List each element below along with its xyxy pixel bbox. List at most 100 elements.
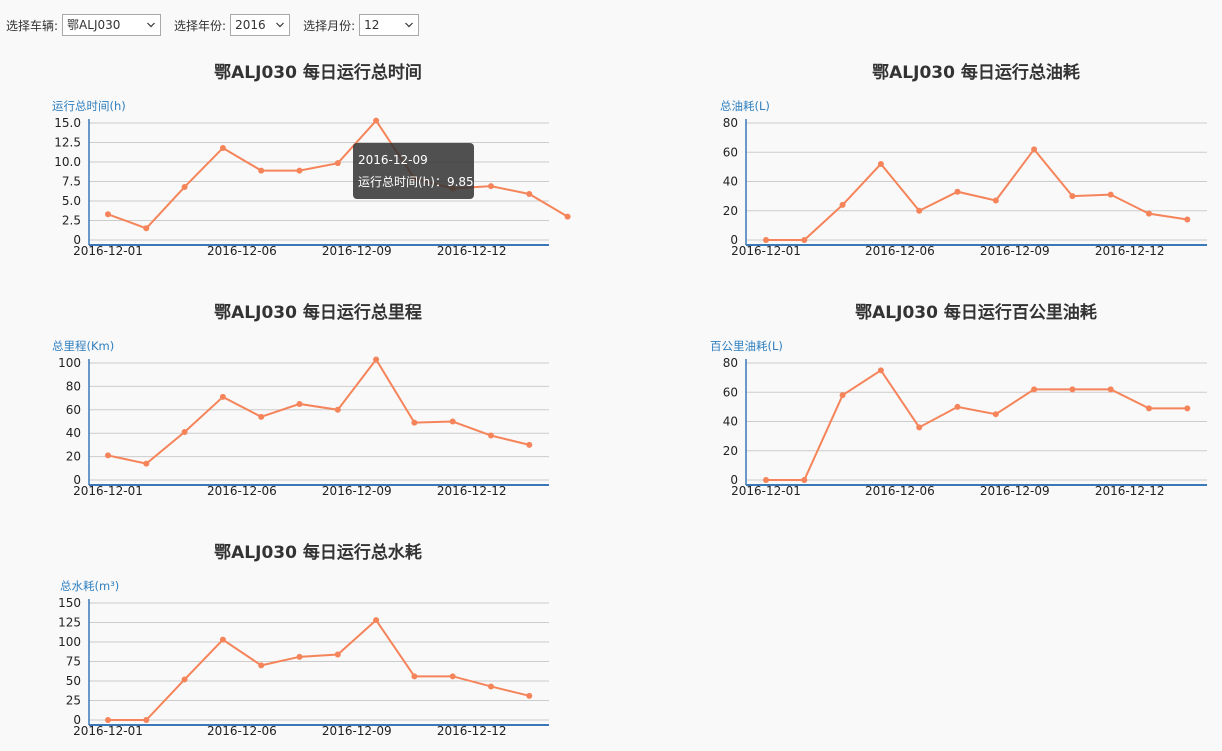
- data-point[interactable]: [1031, 146, 1038, 153]
- data-point[interactable]: [411, 673, 418, 680]
- data-point[interactable]: [1069, 193, 1076, 200]
- data-point[interactable]: [526, 190, 533, 197]
- x-tick-label: 2016-12-01: [731, 484, 801, 498]
- y-tick-label: 60: [66, 403, 81, 417]
- data-point[interactable]: [258, 413, 265, 420]
- data-point[interactable]: [296, 400, 303, 407]
- data-point[interactable]: [373, 117, 380, 124]
- x-tick-label: 2016-12-12: [1095, 484, 1165, 498]
- y-tick-label: 80: [723, 116, 738, 130]
- year-select-value: 2016: [235, 18, 266, 32]
- y-tick-label: 80: [66, 379, 81, 393]
- month-select[interactable]: 12: [359, 14, 420, 36]
- data-point[interactable]: [219, 636, 226, 643]
- y-tick-label: 20: [723, 444, 738, 458]
- data-point[interactable]: [258, 662, 265, 669]
- y-tick-label: 150: [58, 596, 81, 610]
- data-point[interactable]: [143, 717, 150, 723]
- data-point[interactable]: [1069, 386, 1076, 393]
- y-tick-label: 75: [66, 655, 81, 669]
- chart-fuel-per-100km: 鄂ALJ030 每日运行百公里油耗 百公里油耗(L) 80 60 40 20 0 2016-1…: [658, 295, 1218, 505]
- chevron-down-icon: [147, 22, 155, 28]
- year-select[interactable]: 2016: [230, 14, 291, 36]
- data-point[interactable]: [488, 432, 494, 439]
- data-point[interactable]: [181, 429, 188, 436]
- data-point[interactable]: [219, 144, 226, 151]
- data-point[interactable]: [954, 403, 961, 410]
- data-point[interactable]: [488, 183, 494, 190]
- chart-svg: 鄂ALJ030 每日运行总里程总里程(Km)1008060402002016-1…: [52, 302, 549, 498]
- data-point[interactable]: [1107, 386, 1114, 393]
- chart-total-fuel: 鄂ALJ030 每日运行总油耗 总油耗(L) 80 60 40 20 0 2016-12-01…: [658, 55, 1218, 265]
- data-point[interactable]: [105, 452, 111, 459]
- vehicle-select-label: 选择车辆:: [6, 18, 59, 33]
- data-point[interactable]: [763, 477, 769, 483]
- y-axis-name: 运行总时间(h): [52, 99, 126, 113]
- series-line: [766, 368, 1188, 481]
- data-point[interactable]: [877, 367, 884, 374]
- chart-svg: 鄂ALJ030 每日运行百公里油耗百公里油耗(L)8060402002016-1…: [710, 302, 1207, 498]
- chart-title: 鄂ALJ030 每日运行总里程: [214, 302, 422, 323]
- vehicle-select[interactable]: 鄂ALJ030: [62, 14, 162, 36]
- data-point[interactable]: [1184, 405, 1191, 412]
- data-point[interactable]: [334, 651, 341, 658]
- series-line: [766, 147, 1188, 241]
- data-point[interactable]: [181, 183, 188, 190]
- data-point[interactable]: [992, 197, 999, 204]
- data-point[interactable]: [334, 160, 341, 167]
- data-point[interactable]: [334, 406, 341, 413]
- y-axis-name: 总里程(Km): [52, 339, 114, 353]
- data-point[interactable]: [839, 201, 846, 208]
- y-tick-label: 25: [66, 694, 81, 708]
- data-point[interactable]: [143, 460, 150, 467]
- data-point[interactable]: [801, 237, 808, 243]
- x-tick-label: 2016-12-09: [322, 724, 392, 738]
- data-point[interactable]: [916, 424, 923, 431]
- data-point[interactable]: [219, 393, 226, 400]
- y-tick-label: 20: [723, 204, 738, 218]
- chart-title: 鄂ALJ030 每日运行总油耗: [872, 62, 1080, 83]
- data-point[interactable]: [449, 418, 456, 425]
- data-point[interactable]: [105, 211, 111, 218]
- data-point[interactable]: [526, 692, 533, 699]
- month-select-label: 选择月份:: [303, 18, 356, 33]
- data-point[interactable]: [1184, 216, 1191, 223]
- data-point[interactable]: [143, 225, 150, 232]
- chart-title: 鄂ALJ030 每日运行总水耗: [214, 542, 422, 563]
- data-point[interactable]: [373, 617, 380, 624]
- x-tick-label: 2016-12-01: [731, 244, 801, 258]
- data-point[interactable]: [763, 237, 769, 243]
- y-tick-label: 40: [723, 415, 738, 429]
- x-tick-label: 2016-12-09: [980, 484, 1050, 498]
- data-point[interactable]: [916, 207, 923, 214]
- y-tick-label: 100: [58, 356, 81, 370]
- data-point[interactable]: [449, 673, 456, 680]
- data-point[interactable]: [877, 160, 884, 167]
- data-point[interactable]: [258, 167, 265, 174]
- data-point[interactable]: [1107, 191, 1114, 198]
- data-point[interactable]: [181, 676, 188, 683]
- chart-total-mileage: 鄂ALJ030 每日运行总里程 总里程(Km) 100 80 60 40 20 0 2016-1…: [0, 295, 620, 505]
- data-point[interactable]: [411, 419, 418, 426]
- data-point[interactable]: [1146, 210, 1152, 217]
- data-point[interactable]: [954, 188, 961, 195]
- data-point[interactable]: [839, 392, 846, 399]
- data-point[interactable]: [296, 653, 303, 660]
- data-point[interactable]: [105, 717, 111, 723]
- y-axis-name: 百公里油耗(L): [710, 339, 783, 353]
- chart-tooltip: 2016-12-09 运行总时间(h)：9.85: [353, 143, 474, 199]
- data-point[interactable]: [564, 213, 571, 220]
- data-point[interactable]: [992, 411, 999, 418]
- data-point[interactable]: [373, 356, 380, 363]
- data-point[interactable]: [526, 441, 533, 448]
- x-tick-label: 2016-12-01: [73, 724, 143, 738]
- x-tick-label: 2016-12-09: [322, 244, 392, 258]
- tooltip-date: 2016-12-09: [358, 153, 428, 167]
- data-point[interactable]: [1146, 405, 1152, 412]
- chart-title: 鄂ALJ030 每日运行总时间: [214, 62, 422, 83]
- data-point[interactable]: [488, 683, 494, 690]
- data-point[interactable]: [296, 167, 303, 174]
- data-point[interactable]: [801, 477, 808, 483]
- x-tick-label: 2016-12-12: [1095, 244, 1165, 258]
- data-point[interactable]: [1031, 386, 1038, 393]
